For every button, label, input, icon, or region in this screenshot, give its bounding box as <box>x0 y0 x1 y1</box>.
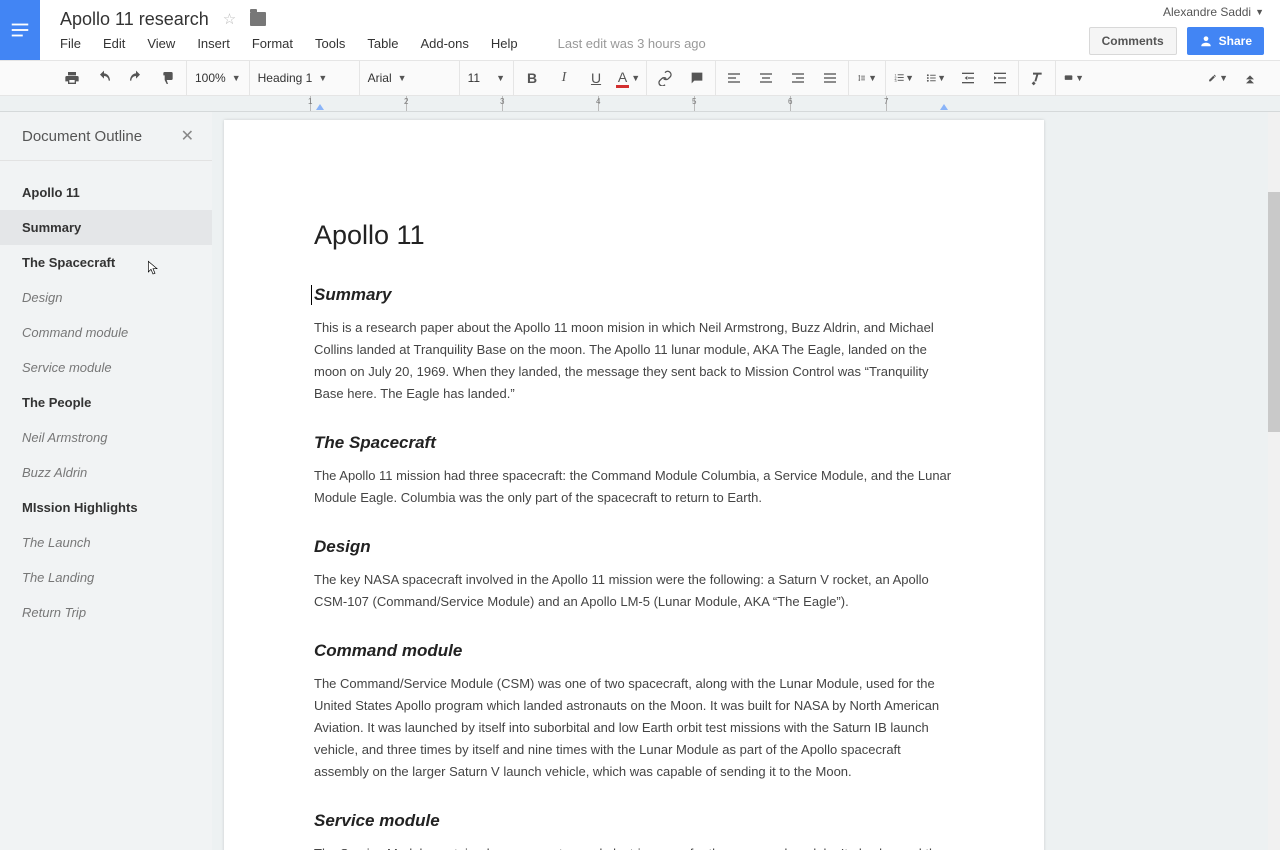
page-title[interactable]: Apollo 11 <box>314 220 954 251</box>
italic-button[interactable]: I <box>554 68 574 88</box>
ruler-number: 7 <box>884 97 888 106</box>
ruler-number: 5 <box>692 97 696 106</box>
share-label: Share <box>1219 34 1252 48</box>
document-page[interactable]: Apollo 11 Summary This is a research pape… <box>224 120 1044 850</box>
decrease-indent-icon[interactable] <box>958 68 978 88</box>
outline-item[interactable]: Buzz Aldrin <box>0 455 212 490</box>
increase-indent-icon[interactable] <box>990 68 1010 88</box>
zoom-dropdown[interactable]: 100%▼ <box>195 71 241 85</box>
menu-help[interactable]: Help <box>491 36 518 51</box>
ruler-number: 2 <box>404 97 408 106</box>
workspace: Document Outline ✕ Apollo 11SummaryThe S… <box>0 112 1280 850</box>
outline-title: Document Outline <box>22 128 142 145</box>
align-center-icon[interactable] <box>756 68 776 88</box>
bold-button[interactable]: B <box>522 68 542 88</box>
outline-item[interactable]: The People <box>0 385 212 420</box>
ruler-number: 6 <box>788 97 792 106</box>
document-title[interactable]: Apollo 11 research <box>60 9 209 30</box>
menu-addons[interactable]: Add-ons <box>420 36 468 51</box>
star-icon[interactable]: ☆ <box>223 10 236 28</box>
outline-item[interactable]: The Landing <box>0 560 212 595</box>
menu-format[interactable]: Format <box>252 36 293 51</box>
indent-marker-left-icon[interactable] <box>316 104 324 110</box>
outline-item[interactable]: Summary <box>0 210 212 245</box>
menu-file[interactable]: File <box>60 36 81 51</box>
caret-down-icon: ▼ <box>1255 7 1264 17</box>
folder-icon[interactable] <box>250 12 266 26</box>
section-heading[interactable]: Design <box>314 537 954 557</box>
section-body[interactable]: This is a research paper about the Apoll… <box>314 317 954 405</box>
numbered-list-icon[interactable]: 123▼ <box>894 68 914 88</box>
svg-text:3: 3 <box>894 79 896 83</box>
font-value: Arial <box>368 71 392 85</box>
menu-table[interactable]: Table <box>367 36 398 51</box>
scrollbar-thumb[interactable] <box>1268 192 1280 432</box>
undo-icon[interactable] <box>94 68 114 88</box>
ruler-number: 3 <box>500 97 504 106</box>
outline-panel: Document Outline ✕ Apollo 11SummaryThe S… <box>0 112 212 850</box>
indent-marker-right-icon[interactable] <box>940 104 948 110</box>
comments-button[interactable]: Comments <box>1089 27 1177 55</box>
line-spacing-icon[interactable]: ▼ <box>857 68 877 88</box>
outline-item[interactable]: Design <box>0 280 212 315</box>
section-heading[interactable]: Service module <box>314 811 954 831</box>
section-body[interactable]: The Service Module contained oxygen, wat… <box>314 843 954 850</box>
outline-item[interactable]: Command module <box>0 315 212 350</box>
section-body[interactable]: The Command/Service Module (CSM) was one… <box>314 673 954 783</box>
insert-link-icon[interactable] <box>655 68 675 88</box>
ruler-number: 4 <box>596 97 600 106</box>
input-tools-icon[interactable]: ▼ <box>1064 68 1084 88</box>
menu-insert[interactable]: Insert <box>197 36 230 51</box>
zoom-value: 100% <box>195 71 226 85</box>
bulleted-list-icon[interactable]: ▼ <box>926 68 946 88</box>
menu-bar: File Edit View Insert Format Tools Table… <box>60 36 1069 51</box>
font-family-dropdown[interactable]: Arial▼ <box>368 71 407 85</box>
paint-format-icon[interactable] <box>158 68 178 88</box>
menu-tools[interactable]: Tools <box>315 36 345 51</box>
size-value: 11 <box>468 71 480 85</box>
horizontal-ruler[interactable]: 1 2 3 4 5 6 7 <box>0 96 1280 112</box>
outline-item[interactable]: Neil Armstrong <box>0 420 212 455</box>
person-add-icon <box>1199 34 1213 48</box>
text-color-button[interactable]: A▼ <box>618 68 638 88</box>
collapse-toolbar-icon[interactable] <box>1240 68 1260 88</box>
outline-item[interactable]: The Spacecraft <box>0 245 212 280</box>
section-body[interactable]: The Apollo 11 mission had three spacecra… <box>314 465 954 509</box>
editing-mode-icon[interactable]: ▼ <box>1208 68 1228 88</box>
outline-item[interactable]: The Launch <box>0 525 212 560</box>
align-justify-icon[interactable] <box>820 68 840 88</box>
docs-app-icon[interactable] <box>0 0 40 60</box>
section-heading[interactable]: Command module <box>314 641 954 661</box>
print-icon[interactable] <box>62 68 82 88</box>
font-size-dropdown[interactable]: 11▼ <box>468 71 505 85</box>
title-bar: Apollo 11 research ☆ File Edit View Inse… <box>0 0 1280 60</box>
menu-edit[interactable]: Edit <box>103 36 125 51</box>
redo-icon[interactable] <box>126 68 146 88</box>
close-icon[interactable]: ✕ <box>181 126 194 146</box>
outline-list: Apollo 11SummaryThe SpacecraftDesignComm… <box>0 161 212 630</box>
outline-item[interactable]: MIssion Highlights <box>0 490 212 525</box>
section-body[interactable]: The key NASA spacecraft involved in the … <box>314 569 954 613</box>
style-value: Heading 1 <box>258 71 313 85</box>
document-scroll-area[interactable]: Apollo 11 Summary This is a research pape… <box>212 112 1280 850</box>
outline-item[interactable]: Return Trip <box>0 595 212 630</box>
underline-button[interactable]: U <box>586 68 606 88</box>
outline-item[interactable]: Service module <box>0 350 212 385</box>
align-left-icon[interactable] <box>724 68 744 88</box>
account-name[interactable]: Alexandre Saddi ▼ <box>1163 5 1264 19</box>
menu-view[interactable]: View <box>147 36 175 51</box>
share-button[interactable]: Share <box>1187 27 1264 55</box>
paragraph-style-dropdown[interactable]: Heading 1▼ <box>258 71 328 85</box>
ruler-number: 1 <box>308 97 312 106</box>
section-heading[interactable]: The Spacecraft <box>314 433 954 453</box>
section-heading[interactable]: Summary <box>314 285 954 305</box>
clear-formatting-icon[interactable] <box>1027 68 1047 88</box>
scrollbar-track[interactable] <box>1268 112 1280 850</box>
outline-item[interactable]: Apollo 11 <box>0 175 212 210</box>
insert-comment-icon[interactable] <box>687 68 707 88</box>
username-label: Alexandre Saddi <box>1163 5 1251 19</box>
toolbar: 100%▼ Heading 1▼ Arial▼ 11▼ B I U A▼ ▼ 1… <box>0 60 1280 96</box>
last-edit-text: Last edit was 3 hours ago <box>558 36 706 51</box>
align-right-icon[interactable] <box>788 68 808 88</box>
